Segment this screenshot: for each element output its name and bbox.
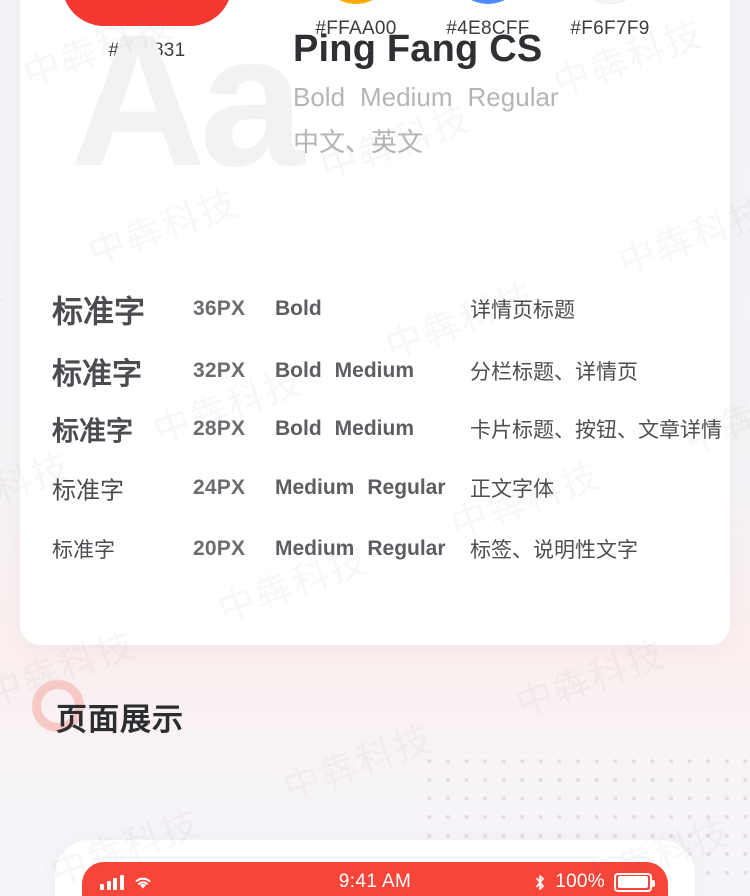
type-usage-label: 标签、说明性文字 (470, 538, 638, 562)
type-weight-item: Bold (275, 417, 322, 440)
watermark-text: 中犇科技 (277, 716, 439, 811)
type-weight-item: Bold (275, 359, 322, 382)
font-weight-medium: Medium (360, 82, 453, 112)
table-row: 标准字 32PX Bold Medium 分栏标题、详情页 (20, 341, 730, 401)
battery-full-icon (614, 872, 655, 892)
page-showcase-heading: 页面展示 (32, 680, 184, 739)
bluetooth-icon (534, 874, 546, 891)
color-chip-accent-amber (319, 0, 393, 4)
page-title: 页面展示 (56, 702, 184, 738)
design-spec-card: #F43831 #FFAA00 #4E8CFF #F6F7F9 Aa Ping … (20, 0, 730, 645)
page-root: #F43831 #FFAA00 #4E8CFF #F6F7F9 Aa Ping … (0, 0, 750, 896)
type-scale-table: 标准字 36PX Bold 详情页标题 标准字 32PX Bold Medium … (20, 277, 730, 579)
color-swatch-neutral-gray[interactable]: #F6F7F9 (562, 0, 658, 40)
type-sample-text: 标准字 (52, 476, 124, 505)
type-weight-item: Medium (334, 417, 414, 440)
phone-status-bar: 9:41 AM 100% (82, 862, 668, 896)
type-weight-item: Regular (367, 476, 446, 499)
type-weight-item: Medium (334, 359, 414, 382)
type-sample-text: 标准字 (52, 538, 115, 562)
aa-decorative-glyph: Aa (70, 0, 304, 205)
font-family-name: Ping Fang CS (293, 28, 543, 70)
type-size-label: 36PX (193, 297, 246, 320)
font-weight-regular: Regular (467, 82, 559, 112)
type-usage-label: 卡片标题、按钮、文章详情 (470, 418, 722, 442)
type-sample-text: 标准字 (52, 294, 145, 331)
phone-preview-frame: 9:41 AM 100% (55, 840, 695, 896)
status-bar-right-group: 100% (534, 871, 655, 893)
font-showcase: Aa Ping Fang CS Bold Medium Regular 中文、英文 (20, 6, 730, 238)
type-weight-item: Medium (275, 537, 355, 560)
type-size-label: 24PX (193, 476, 246, 499)
type-weight-label: Bold Medium (275, 359, 427, 383)
type-usage-label: 详情页标题 (470, 298, 575, 322)
font-weight-bold: Bold (293, 82, 346, 112)
color-chip-accent-blue (451, 0, 525, 4)
table-row: 标准字 24PX Medium Regular 正文字体 (20, 457, 730, 519)
color-hex-label: #F6F7F9 (570, 18, 650, 39)
type-usage-label: 分栏标题、详情页 (470, 360, 638, 384)
watermark-text: 中犇科技 (742, 547, 750, 641)
table-row: 标准字 20PX Medium Regular 标签、说明性文字 (20, 519, 730, 579)
type-weight-label: Medium Regular (275, 476, 459, 500)
battery-percent-label: 100% (555, 871, 605, 892)
color-chip-neutral-gray (573, 0, 647, 4)
font-language-support: 中文、英文 (293, 128, 424, 158)
type-weight-label: Medium Regular (275, 537, 459, 561)
watermark-text: 中犇科技 (0, 265, 12, 360)
type-usage-label: 正文字体 (470, 477, 554, 501)
type-weight-item: Bold (275, 297, 322, 320)
type-size-label: 20PX (193, 537, 246, 560)
type-size-label: 32PX (193, 359, 246, 382)
table-row: 标准字 36PX Bold 详情页标题 (20, 277, 730, 341)
type-weight-item: Regular (367, 537, 446, 560)
font-weight-list: Bold Medium Regular (293, 82, 574, 113)
type-weight-label: Bold Medium (275, 417, 427, 441)
type-weight-item: Medium (275, 476, 355, 499)
type-sample-text: 标准字 (52, 357, 142, 392)
type-weight-label: Bold (275, 297, 335, 321)
type-size-label: 28PX (193, 417, 246, 440)
battery-fill (617, 876, 649, 888)
type-sample-text: 标准字 (52, 416, 133, 448)
table-row: 标准字 28PX Bold Medium 卡片标题、按钮、文章详情 (20, 401, 730, 457)
